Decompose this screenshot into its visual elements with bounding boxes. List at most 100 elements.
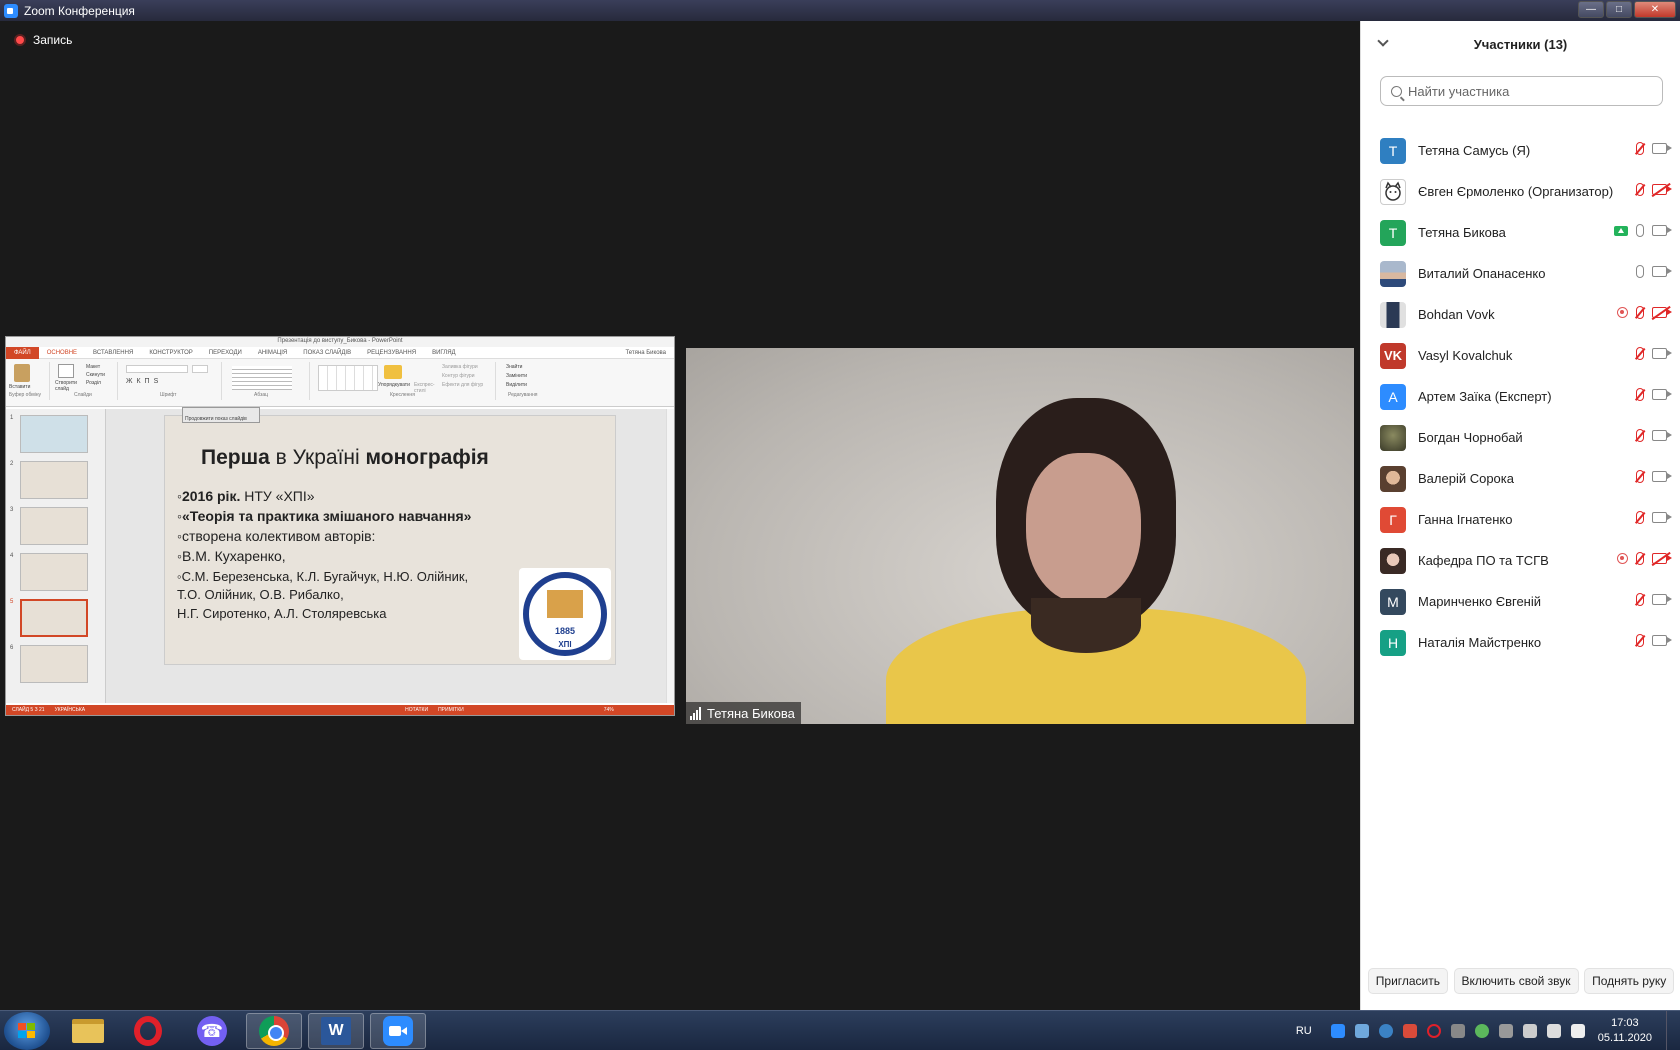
invite-button[interactable]: Пригласить: [1367, 968, 1449, 994]
ppt-tab-design[interactable]: КОНСТРУКТОР: [141, 350, 200, 356]
participant-row[interactable]: VK Vasyl Kovalchuk: [1361, 335, 1680, 376]
taskbar-word[interactable]: W: [308, 1013, 364, 1049]
quick-styles-button[interactable]: Експрес-стилі: [414, 382, 436, 394]
paragraph-buttons[interactable]: [232, 366, 292, 390]
volume-tray-icon[interactable]: [1546, 1024, 1561, 1038]
update-tray-icon[interactable]: [1474, 1024, 1489, 1038]
recording-icon: [1617, 307, 1628, 318]
tool-tray-icon[interactable]: [1450, 1024, 1465, 1038]
participant-row[interactable]: Н Наталія Майстренко: [1361, 622, 1680, 663]
shapes-gallery[interactable]: [318, 365, 378, 391]
participant-row[interactable]: Т Тетяна Бикова: [1361, 212, 1680, 253]
participant-row[interactable]: Богдан Чорнобай: [1361, 417, 1680, 458]
show-desktop-button[interactable]: [1666, 1011, 1680, 1050]
minimize-button[interactable]: —: [1578, 1, 1604, 18]
shape-fill-button[interactable]: Заливка фігури: [442, 364, 478, 370]
network-tray-icon[interactable]: [1522, 1024, 1537, 1038]
seal-year: 1885: [554, 626, 576, 636]
taskbar-zoom[interactable]: [370, 1013, 426, 1049]
start-button[interactable]: [4, 1012, 50, 1050]
shared-screen-powerpoint[interactable]: Презентація до виступу_Бикова - PowerPoi…: [5, 336, 675, 716]
shape-effects-button[interactable]: Ефекти для фігур: [442, 382, 483, 388]
usb-tray-icon[interactable]: [1498, 1024, 1513, 1038]
participant-search[interactable]: [1380, 76, 1663, 106]
camera-icon: [1652, 389, 1672, 400]
arrange-icon: [384, 365, 402, 379]
slide-bullet: ◦«Теорія та практика змішаного навчання»: [177, 508, 472, 524]
taskbar-viber[interactable]: ☎: [184, 1013, 240, 1049]
participant-video-tile[interactable]: Тетяна Бикова: [686, 348, 1354, 724]
ppt-tab-review[interactable]: РЕЦЕНЗУВАННЯ: [359, 350, 424, 356]
ppt-tab-file[interactable]: ФАЙЛ: [6, 346, 39, 359]
ppt-tab-home[interactable]: ОСНОВНЕ: [39, 350, 85, 356]
status-zoom[interactable]: 74%: [604, 707, 614, 713]
ppt-vertical-scrollbar[interactable]: [666, 409, 674, 703]
collapse-chevron-icon[interactable]: [1377, 35, 1389, 47]
taskbar-chrome[interactable]: [246, 1013, 302, 1049]
participant-row[interactable]: А Артем Заїка (Експерт): [1361, 376, 1680, 417]
maximize-button[interactable]: □: [1606, 1, 1632, 18]
slide-thumbnail-6[interactable]: [20, 645, 88, 683]
ppt-tab-transitions[interactable]: ПЕРЕХОДИ: [201, 350, 250, 356]
shape-outline-button[interactable]: Контур фігури: [442, 373, 474, 379]
slide-thumbnail-3[interactable]: [20, 507, 88, 545]
participant-row[interactable]: Виталий Опанасенко: [1361, 253, 1680, 294]
participant-row[interactable]: Євген Єрмоленко (Организатор): [1361, 171, 1680, 212]
mic-muted-icon: [1636, 347, 1644, 360]
taskbar-clock[interactable]: 17:03 05.11.2020: [1598, 1016, 1652, 1046]
window-title: Zoom Конференция: [24, 3, 135, 18]
network-drive-tray-icon[interactable]: [1354, 1024, 1369, 1038]
ppt-ribbon: Вставити Буфер обміну Створити слайд Мак…: [6, 359, 674, 407]
participant-row[interactable]: Валерій Сорока: [1361, 458, 1680, 499]
ppt-tab-animation[interactable]: АНІМАЦІЯ: [250, 350, 295, 356]
participant-row[interactable]: Bohdan Vovk: [1361, 294, 1680, 335]
zoom-tray-icon[interactable]: [1330, 1024, 1345, 1038]
slide-thumbnail-4[interactable]: [20, 553, 88, 591]
mic-icon: [1636, 224, 1644, 237]
ppt-tab-slideshow[interactable]: ПОКАЗ СЛАЙДІВ: [295, 350, 359, 356]
opera-tray-icon[interactable]: [1426, 1024, 1441, 1038]
replace-button[interactable]: Замінити: [506, 373, 527, 379]
unmute-button[interactable]: Включить свой звук: [1453, 968, 1579, 994]
section-button[interactable]: Розділ: [86, 380, 101, 386]
layout-button[interactable]: Макет: [86, 364, 100, 370]
participant-row[interactable]: М Маринченко Євгеній: [1361, 581, 1680, 622]
participants-footer: Пригласить Включить свой звук Поднять ру…: [1361, 952, 1680, 1010]
antivirus-tray-icon[interactable]: [1402, 1024, 1417, 1038]
participant-avatar-photo: [1380, 301, 1406, 328]
new-slide-icon: [58, 364, 74, 378]
ppt-tab-view[interactable]: ВИГЛЯД: [424, 350, 464, 356]
font-size-box[interactable]: [192, 365, 208, 373]
find-button[interactable]: Знайти: [506, 364, 522, 370]
participant-search-input[interactable]: [1408, 83, 1648, 99]
close-button[interactable]: ✕: [1634, 1, 1676, 18]
current-slide[interactable]: Перша в Україні монографія ◦2016 рік. НТ…: [164, 415, 616, 665]
ppt-tab-insert[interactable]: ВСТАВЛЕННЯ: [85, 350, 141, 356]
slide-thumbnail-2[interactable]: [20, 461, 88, 499]
font-format-buttons[interactable]: ЖКПS: [126, 378, 162, 385]
participant-row[interactable]: Т Тетяна Самусь (Я): [1361, 130, 1680, 171]
language-indicator[interactable]: RU: [1296, 1025, 1312, 1037]
reset-button[interactable]: Скинути: [86, 372, 105, 378]
ppt-group-drawing: Упорядкувати Експрес-стилі Заливка фігур…: [314, 362, 496, 400]
participant-row[interactable]: Кафедра ПО та ТСГВ: [1361, 540, 1680, 581]
status-comments[interactable]: ПРИМІТКИ: [438, 707, 464, 713]
arrange-button[interactable]: Упорядкувати: [378, 382, 410, 388]
sync-tray-icon[interactable]: [1378, 1024, 1393, 1038]
raise-hand-button[interactable]: Поднять руку: [1584, 968, 1675, 994]
taskbar-opera[interactable]: [120, 1013, 176, 1049]
ppt-group-slides: Створити слайд Макет Скинути Розділ Слай…: [54, 362, 118, 400]
participant-row[interactable]: Г Ганна Ігнатенко: [1361, 499, 1680, 540]
select-button[interactable]: Виділити: [506, 382, 527, 388]
taskbar-explorer[interactable]: [60, 1013, 116, 1049]
clock-date: 05.11.2020: [1597, 1032, 1652, 1044]
status-notes[interactable]: НОТАТКИ: [405, 707, 428, 713]
new-slide-button[interactable]: Створити слайд: [55, 380, 81, 392]
slide-thumbnail-1[interactable]: [20, 415, 88, 453]
font-name-box[interactable]: [126, 365, 188, 373]
ppt-group-font: ЖКПS Шрифт: [122, 362, 222, 400]
recording-indicator[interactable]: Запись: [14, 33, 72, 47]
action-center-flag-icon[interactable]: [1570, 1024, 1585, 1038]
slide-thumbnail-5[interactable]: [20, 599, 88, 637]
paste-button[interactable]: Вставити: [9, 384, 30, 390]
